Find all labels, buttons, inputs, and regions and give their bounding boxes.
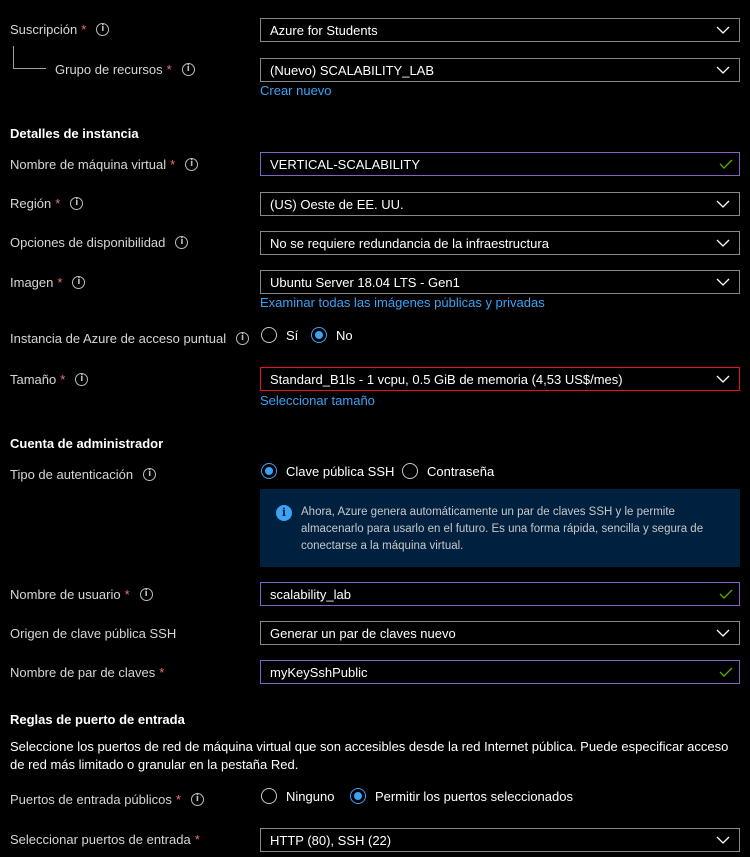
image-label: Imagen * i: [10, 275, 86, 290]
inbound-rules-description: Seleccione los puertos de red de máquina…: [10, 739, 729, 772]
spot-label: Instancia de Azure de acceso puntual i: [10, 331, 250, 346]
username-input[interactable]: scalability_lab: [260, 582, 740, 606]
public-ports-label: Puertos de entrada públicos * i: [10, 792, 204, 807]
chevron-down-icon: [716, 629, 730, 637]
radio-button-selected[interactable]: [261, 463, 277, 479]
size-dropdown[interactable]: Standard_B1ls - 1 vcpu, 0.5 GiB de memor…: [260, 367, 740, 391]
browse-images-link[interactable]: Examinar todas las imágenes públicas y p…: [260, 295, 545, 310]
vm-name-input[interactable]: VERTICAL-SCALABILITY: [260, 152, 740, 176]
auth-radio-ssh[interactable]: Clave pública SSH: [261, 463, 394, 479]
checkmark-icon: [719, 589, 733, 599]
vm-name-label: Nombre de máquina virtual * i: [10, 157, 199, 172]
chevron-down-icon: [716, 836, 730, 844]
radio-button[interactable]: [261, 788, 277, 804]
spot-radio-no[interactable]: No: [311, 327, 353, 343]
chevron-down-icon: [716, 278, 730, 286]
subscription-label: Suscripción * i: [10, 22, 110, 37]
ports-radio-none[interactable]: Ninguno: [261, 788, 334, 804]
checkmark-icon: [719, 159, 733, 169]
inbound-rules-heading: Reglas de puerto de entrada: [10, 712, 185, 727]
resource-group-label: Grupo de recursos * i: [55, 62, 195, 77]
ssh-info-text: Ahora, Azure genera automáticamente un p…: [301, 506, 704, 552]
info-icon[interactable]: i: [143, 468, 157, 481]
checkmark-icon: [719, 667, 733, 677]
subscription-dropdown[interactable]: Azure for Students: [260, 18, 740, 42]
auth-radio-password[interactable]: Contraseña: [402, 463, 494, 479]
size-label: Tamaño * i: [10, 372, 89, 387]
ssh-source-dropdown[interactable]: Generar un par de claves nuevo: [260, 621, 740, 645]
username-label: Nombre de usuario * i: [10, 587, 153, 602]
select-ports-label: Seleccionar puertos de entrada *: [10, 832, 200, 847]
spot-radio-yes[interactable]: Sí: [261, 327, 298, 343]
chevron-down-icon: [716, 200, 730, 208]
key-name-label: Nombre de par de claves *: [10, 665, 165, 680]
info-icon[interactable]: i: [139, 588, 153, 601]
availability-label: Opciones de disponibilidad i: [10, 235, 189, 250]
radio-button[interactable]: [402, 463, 418, 479]
info-icon[interactable]: i: [181, 63, 195, 76]
chevron-down-icon: [716, 66, 730, 74]
instance-details-heading: Detalles de instancia: [10, 126, 139, 141]
info-icon: i: [276, 505, 292, 521]
availability-dropdown[interactable]: No se requiere redundancia de la infraes…: [260, 231, 740, 255]
ssh-info-box: i Ahora, Azure genera automáticamente un…: [260, 489, 740, 567]
region-dropdown[interactable]: (US) Oeste de EE. UU.: [260, 192, 740, 216]
auth-type-label: Tipo de autenticación i: [10, 467, 157, 482]
select-ports-dropdown[interactable]: HTTP (80), SSH (22): [260, 828, 740, 852]
info-icon[interactable]: i: [96, 23, 110, 36]
region-label: Región * i: [10, 196, 84, 211]
create-new-link[interactable]: Crear nuevo: [260, 83, 332, 98]
info-icon[interactable]: i: [190, 793, 204, 806]
resource-group-dropdown[interactable]: (Nuevo) SCALABILITY_LAB: [260, 58, 740, 82]
info-icon[interactable]: i: [75, 373, 89, 386]
image-dropdown[interactable]: Ubuntu Server 18.04 LTS - Gen1: [260, 270, 740, 294]
info-icon[interactable]: i: [185, 158, 199, 171]
tree-connector: [13, 46, 46, 69]
chevron-down-icon: [716, 375, 730, 383]
chevron-down-icon: [716, 26, 730, 34]
chevron-down-icon: [716, 239, 730, 247]
info-icon[interactable]: i: [175, 236, 189, 249]
ports-radio-allow[interactable]: Permitir los puertos seleccionados: [350, 788, 573, 804]
radio-button[interactable]: [261, 327, 277, 343]
key-name-input[interactable]: myKeySshPublic: [260, 660, 740, 684]
radio-button-selected[interactable]: [350, 788, 366, 804]
info-icon[interactable]: i: [70, 197, 84, 210]
radio-button-selected[interactable]: [311, 327, 327, 343]
ssh-source-label: Origen de clave pública SSH: [10, 626, 177, 641]
admin-account-heading: Cuenta de administrador: [10, 436, 164, 451]
info-icon[interactable]: i: [236, 332, 250, 345]
select-size-link[interactable]: Seleccionar tamaño: [260, 393, 375, 408]
info-icon[interactable]: i: [72, 276, 86, 289]
